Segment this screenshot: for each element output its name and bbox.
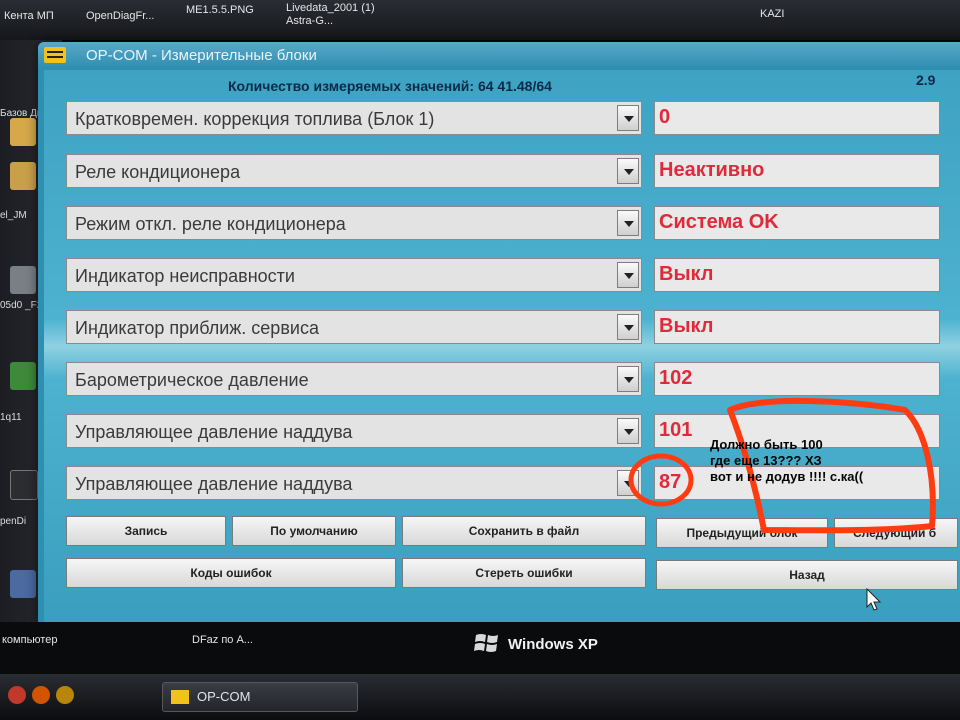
chevron-down-icon[interactable]: [617, 418, 639, 444]
param-value: Выкл: [659, 263, 714, 285]
param-value-box: 102: [654, 362, 940, 396]
param-select[interactable]: Управляющее давление наддува: [66, 466, 642, 500]
opcom-window: OP-COM - Измерительные блоки Количество …: [38, 42, 960, 622]
windows-xp-logo-text: Windows XP: [508, 636, 598, 653]
taskbar: OP-COM: [0, 674, 960, 720]
windows-logo-icon: [474, 634, 498, 652]
param-row: Индикатор приближ. сервиса Выкл: [66, 310, 960, 346]
annotation-note: Должно быть 100 где еще 13??? ХЗ вот и н…: [710, 437, 863, 485]
param-value: 102: [659, 367, 693, 389]
param-value-box: 0: [654, 101, 940, 135]
param-select-label: Индикатор приближ. сервиса: [75, 318, 319, 338]
param-select[interactable]: Кратковремен. коррекция топлива (Блок 1): [66, 101, 642, 135]
annotation-line: Должно быть 100: [710, 437, 823, 452]
chevron-down-icon[interactable]: [617, 470, 639, 496]
param-select-label: Режим откл. реле кондиционера: [75, 214, 346, 234]
desktop-icon-label[interactable]: компьютер: [2, 634, 57, 647]
chevron-down-icon[interactable]: [617, 314, 639, 340]
param-value: Выкл: [659, 315, 714, 337]
param-select[interactable]: Индикатор неисправности: [66, 258, 642, 292]
desktop-top-strip: Кента МП OpenDiagFr... ME1.5.5.PNG Lived…: [0, 0, 960, 40]
previous-block-button[interactable]: Предыдущий блок: [656, 518, 828, 548]
desktop-icon-label[interactable]: OpenDiagFr...: [86, 10, 154, 23]
param-row: Барометрическое давление 102: [66, 362, 960, 398]
file-icon[interactable]: [10, 266, 36, 294]
chevron-down-icon[interactable]: [617, 158, 639, 184]
app-icon[interactable]: [10, 470, 38, 500]
param-row: Режим откл. реле кондиционера Система OK: [66, 206, 960, 242]
folder-icon[interactable]: [10, 162, 36, 190]
opcom-app-icon: [171, 690, 189, 704]
param-value: Неактивно: [659, 159, 765, 181]
param-value-box: Неактивно: [654, 154, 940, 188]
param-select-label: Барометрическое давление: [75, 370, 309, 390]
annotation-line: где еще 13??? ХЗ: [710, 453, 822, 468]
error-codes-button[interactable]: Коды ошибок: [66, 558, 396, 588]
desktop-icon-label[interactable]: Livedata_2001 (1) Astra-G...: [286, 2, 406, 28]
record-button[interactable]: Запись: [66, 516, 226, 546]
param-value: Система OK: [659, 211, 779, 233]
next-block-button[interactable]: Следующий б: [834, 518, 958, 548]
spreadsheet-icon[interactable]: [10, 362, 36, 390]
back-button[interactable]: Назад: [656, 560, 958, 590]
param-value: 87: [659, 471, 682, 493]
clear-errors-button[interactable]: Стереть ошибки: [402, 558, 646, 588]
param-select-label: Кратковремен. коррекция топлива (Блок 1): [75, 109, 435, 129]
window-title: OP-COM - Измерительные блоки: [86, 47, 317, 64]
version-label: 2.9: [916, 72, 936, 88]
annotation-line: вот и не додув !!!! с.ка((: [710, 469, 864, 484]
quicklaunch-icon[interactable]: [8, 686, 26, 704]
param-value-box: Выкл: [654, 310, 940, 344]
chevron-down-icon[interactable]: [617, 262, 639, 288]
param-select-label: Управляющее давление наддува: [75, 474, 353, 494]
param-select-label: Индикатор неисправности: [75, 266, 295, 286]
param-row: Кратковремен. коррекция топлива (Блок 1)…: [66, 101, 960, 137]
param-select[interactable]: Управляющее давление наддува: [66, 414, 642, 448]
chevron-down-icon[interactable]: [617, 366, 639, 392]
taskbar-button-opcom[interactable]: OP-COM: [162, 682, 358, 712]
save-to-file-button[interactable]: Сохранить в файл: [402, 516, 646, 546]
measurement-blocks-panel: Количество измеряемых значений: 64 41.48…: [44, 70, 960, 622]
desktop-icon-label[interactable]: KAZI: [760, 8, 784, 21]
chevron-down-icon[interactable]: [617, 105, 639, 131]
param-select[interactable]: Режим откл. реле кондиционера: [66, 206, 642, 240]
chrome-icon[interactable]: [56, 686, 74, 704]
param-select-label: Реле кондиционера: [75, 162, 241, 182]
desktop-icon-label[interactable]: DFaz по A...: [192, 634, 253, 647]
param-row: Реле кондиционера Неактивно: [66, 154, 960, 190]
mouse-cursor-icon: [866, 588, 882, 611]
param-row: Индикатор неисправности Выкл: [66, 258, 960, 294]
param-select[interactable]: Индикатор приближ. сервиса: [66, 310, 642, 344]
folder-icon[interactable]: [10, 118, 36, 146]
param-select-label: Управляющее давление наддува: [75, 422, 353, 442]
desktop-icon-label[interactable]: Кента МП: [4, 10, 54, 23]
chevron-down-icon[interactable]: [617, 210, 639, 236]
computer-icon[interactable]: [10, 570, 36, 598]
measured-values-count: Количество измеряемых значений: 64 41.48…: [228, 78, 552, 94]
title-bar[interactable]: OP-COM - Измерительные блоки: [38, 42, 960, 68]
defaults-button[interactable]: По умолчанию: [232, 516, 396, 546]
opcom-app-icon: [44, 47, 66, 63]
desktop-icon-label[interactable]: ME1.5.5.PNG: [186, 4, 254, 17]
param-value: 0: [659, 106, 671, 128]
taskbar-button-label: OP-COM: [197, 689, 251, 704]
param-value-box: Выкл: [654, 258, 940, 292]
param-value: 101: [659, 419, 693, 441]
param-value-box: Система OK: [654, 206, 940, 240]
browser-icon[interactable]: [32, 686, 50, 704]
param-select[interactable]: Барометрическое давление: [66, 362, 642, 396]
param-select[interactable]: Реле кондиционера: [66, 154, 642, 188]
